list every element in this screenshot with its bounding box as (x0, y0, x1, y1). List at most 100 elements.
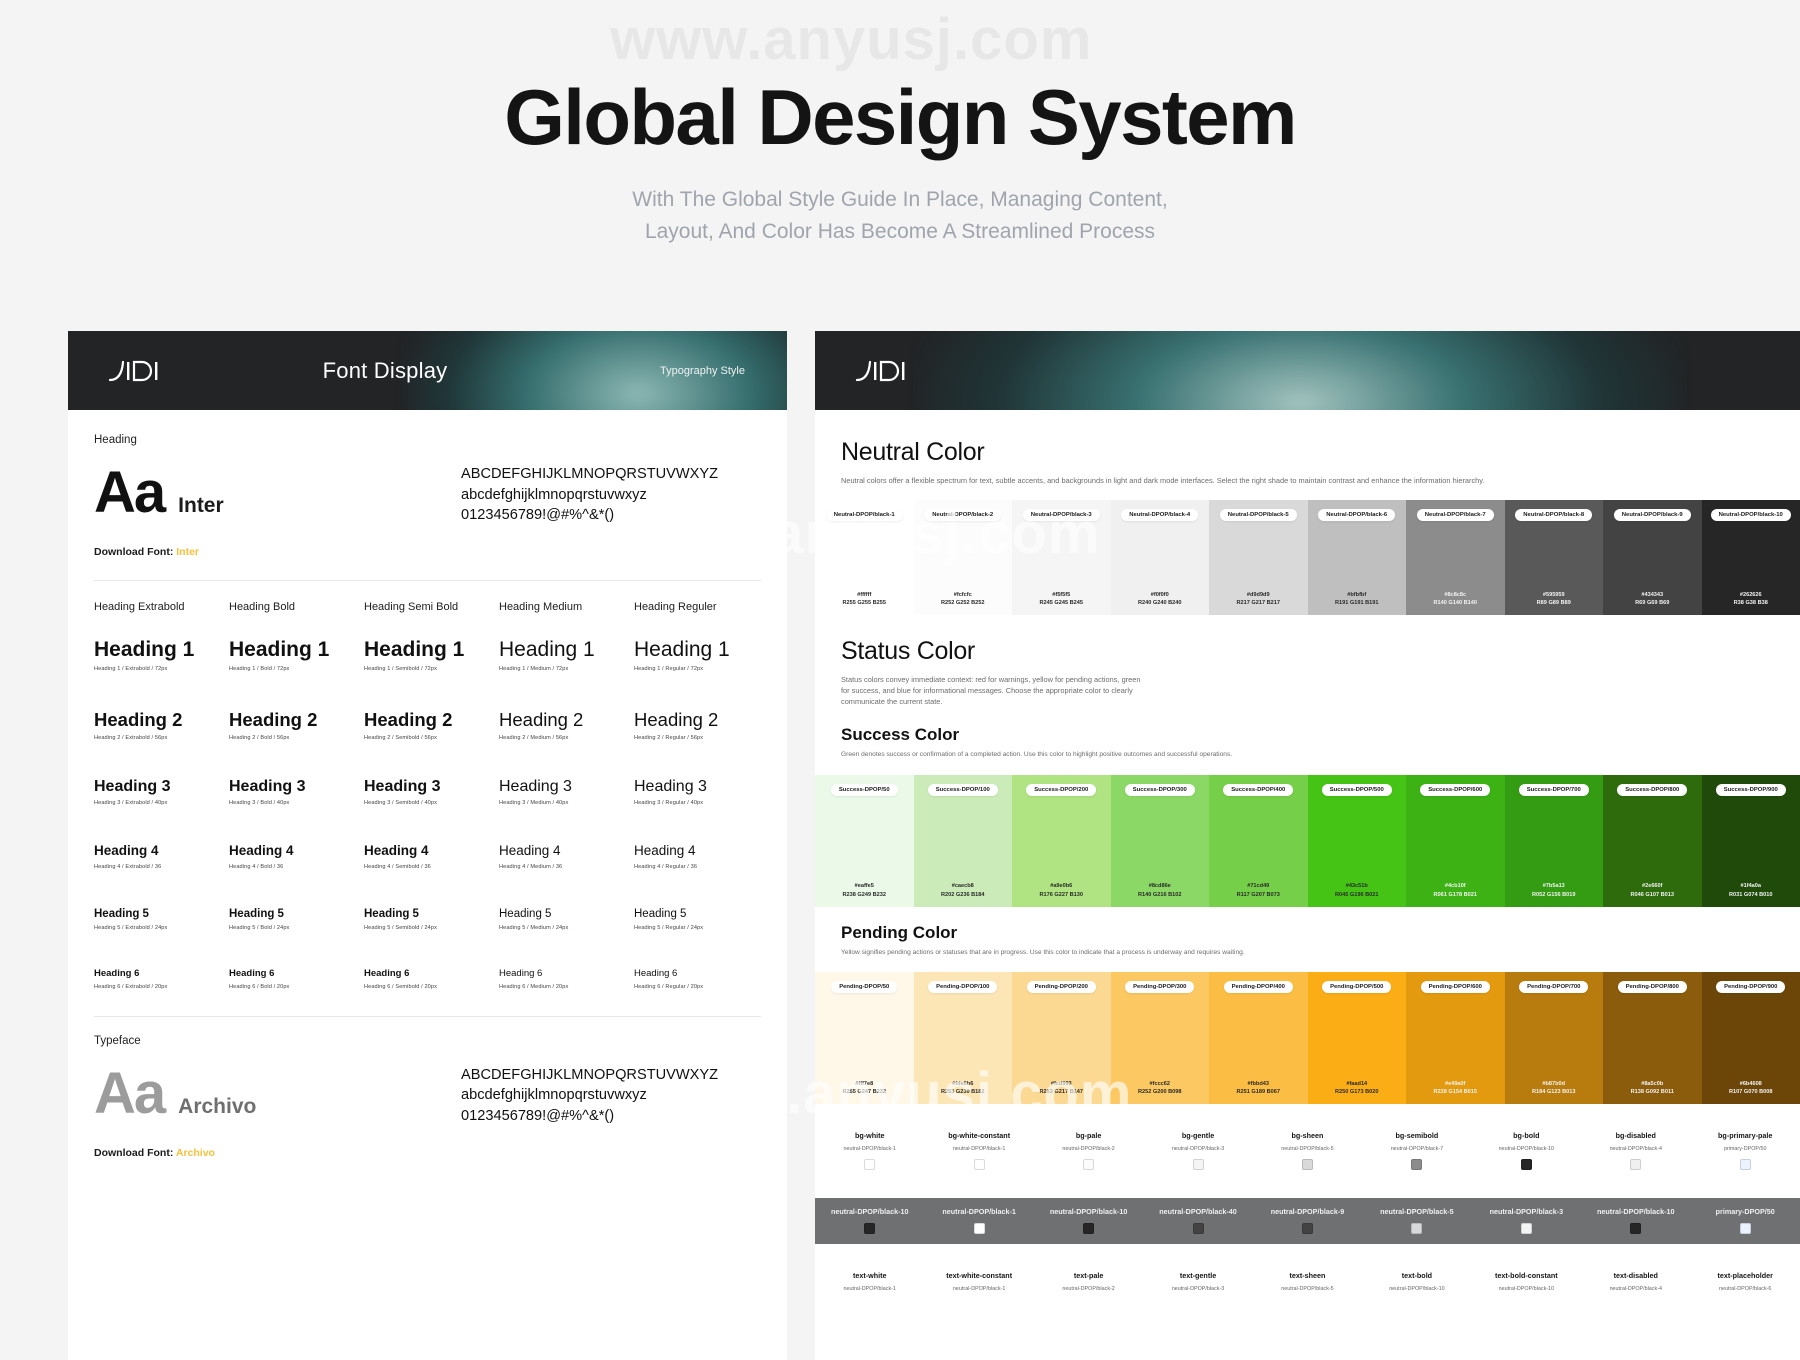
color-swatch[interactable]: Neutral-DPOP/black-4#f0f0f0R240 G240 B24… (1111, 500, 1210, 615)
color-swatch[interactable]: Pending-DPOP/400#fbbd43R251 G189 B067 (1209, 972, 1308, 1104)
heading-row: Heading 3Heading 3 / Extrabold / 40pxHea… (94, 779, 761, 807)
swatch-name-chip: Neutral-DPOP/black-7 (1417, 509, 1494, 521)
design-token[interactable]: neutral-DPOP/black-3 (1472, 1198, 1581, 1244)
token-name: bg-semibold (1364, 1131, 1469, 1140)
font-card-meta: Typography Style (660, 365, 745, 377)
download-link-archivo[interactable]: Archivo (176, 1147, 215, 1159)
color-swatch[interactable]: Neutral-DPOP/black-9#434343R69 G69 B69 (1603, 500, 1702, 615)
token-reference: neutral-DPOP/black-4 (1583, 1286, 1688, 1292)
swatch-values: #d9d9d9R217 G217 B217 (1209, 591, 1308, 608)
token-name: neutral-DPOP/black-9 (1255, 1207, 1360, 1216)
design-token[interactable]: bg-disabledneutral-DPOP/black-4 (1581, 1122, 1690, 1180)
design-token[interactable]: bg-semiboldneutral-DPOP/black-7 (1362, 1122, 1471, 1180)
design-token[interactable]: neutral-DPOP/black-40 (1143, 1198, 1252, 1244)
heading-sample-text: Heading 1 (364, 639, 491, 661)
subtitle-line-2: Layout, And Color Has Become A Streamlin… (645, 220, 1155, 243)
design-token[interactable]: primary-DPOP/50 (1691, 1198, 1800, 1244)
design-token[interactable]: text-whiteneutral-DPOP/black-1 (815, 1262, 924, 1302)
heading-sample-cell: Heading 6Heading 6 / Regular / 20px (634, 969, 761, 990)
color-swatch[interactable]: Neutral-DPOP/black-6#bfbfbfR191 G191 B19… (1308, 500, 1407, 615)
color-swatch[interactable]: Neutral-DPOP/black-5#d9d9d9R217 G217 B21… (1209, 500, 1308, 615)
design-token[interactable]: bg-boldneutral-DPOP/black-10 (1472, 1122, 1581, 1180)
design-token[interactable]: bg-sheenneutral-DPOP/black-5 (1253, 1122, 1362, 1180)
swatch-hex: #595959 (1505, 591, 1604, 600)
secondary-font-glyph: Aa (94, 1065, 164, 1123)
swatch-rgb: R031 G074 B010 (1702, 891, 1800, 900)
design-token[interactable]: text-boldneutral-DPOP/black-10 (1362, 1262, 1471, 1302)
token-name: primary-DPOP/50 (1693, 1207, 1798, 1216)
download-link-inter[interactable]: Inter (176, 546, 199, 558)
swatch-rgb: R251 G189 B067 (1209, 1088, 1308, 1097)
color-swatch[interactable]: Pending-DPOP/800#8a5c0bR138 G092 B011 (1603, 972, 1702, 1104)
design-token[interactable]: text-gentleneutral-DPOP/black-3 (1143, 1262, 1252, 1302)
design-token[interactable]: neutral-DPOP/black-10 (815, 1198, 924, 1244)
design-token[interactable]: bg-paleneutral-DPOP/black-2 (1034, 1122, 1143, 1180)
color-swatch[interactable]: Success-DPOP/300#8cd86eR140 G216 B102 (1111, 775, 1210, 907)
color-swatch[interactable]: Pending-DPOP/300#fccc62R252 G200 B098 (1111, 972, 1210, 1104)
design-token[interactable]: neutral-DPOP/black-9 (1253, 1198, 1362, 1244)
design-token[interactable]: bg-whiteneutral-DPOP/black-1 (815, 1122, 924, 1180)
token-reference: neutral-DPOP/black-10 (1474, 1286, 1579, 1292)
token-color-box (864, 1159, 875, 1170)
color-swatch[interactable]: Neutral-DPOP/black-1#ffffffR255 G255 B25… (815, 500, 914, 615)
swatch-rgb: R252 G252 B252 (914, 599, 1013, 608)
color-swatch[interactable]: Success-DPOP/200#a9e0b6R176 G227 B130 (1012, 775, 1111, 907)
design-token[interactable]: neutral-DPOP/black-1 (924, 1198, 1033, 1244)
color-swatch[interactable]: Success-DPOP/800#2e660fR046 G107 B013 (1603, 775, 1702, 907)
design-token[interactable]: neutral-DPOP/black-5 (1362, 1198, 1471, 1244)
design-token[interactable]: bg-primary-paleprimary-DPOP/50 (1691, 1122, 1800, 1180)
swatch-hex: #fccc62 (1111, 1080, 1210, 1089)
color-swatch[interactable]: Success-DPOP/600#4cb10fR061 G178 B021 (1406, 775, 1505, 907)
design-token[interactable]: text-bold-constantneutral-DPOP/black-10 (1472, 1262, 1581, 1302)
color-swatch[interactable]: Success-DPOP/400#71cd49R117 G207 B073 (1209, 775, 1308, 907)
design-token[interactable]: neutral-DPOP/black-10 (1034, 1198, 1143, 1244)
color-swatch[interactable]: Success-DPOP/700#7b5a13R052 G156 B019 (1505, 775, 1604, 907)
swatch-name-chip: Success-DPOP/800 (1617, 784, 1687, 796)
swatch-hex: #4cb10f (1406, 882, 1505, 891)
color-swatch[interactable]: Neutral-DPOP/black-8 #595959R89 G89 B89 (1505, 500, 1604, 615)
color-swatch[interactable]: Success-DPOP/100#caecb8R202 G236 B184 (914, 775, 1013, 907)
design-token[interactable]: bg-gentleneutral-DPOP/black-3 (1143, 1122, 1252, 1180)
design-token[interactable]: text-placeholderneutral-DPOP/black-6 (1691, 1262, 1800, 1302)
design-token[interactable]: text-sheenneutral-DPOP/black-5 (1253, 1262, 1362, 1302)
swatch-values: #a9e0b6R176 G227 B130 (1012, 882, 1111, 899)
color-swatch[interactable]: Pending-DPOP/900#6b4608R107 G070 B008 (1702, 972, 1800, 1104)
heading-sample-cell: Heading 1Heading 1 / Medium / 72px (499, 639, 626, 672)
color-swatch[interactable]: Pending-DPOP/200#fcd993R253 G217 B147 (1012, 972, 1111, 1104)
design-token[interactable]: neutral-DPOP/black-10 (1581, 1198, 1690, 1244)
color-swatch[interactable]: Neutral-DPOP/black-2#fcfcfcR252 G252 B25… (914, 500, 1013, 615)
color-swatch[interactable]: Pending-DPOP/50#fff7e8R255 G247 B232 (815, 972, 914, 1104)
heading-spec-text: Heading 5 / Regular / 24px (634, 925, 761, 931)
design-token[interactable]: text-paleneutral-DPOP/black-2 (1034, 1262, 1143, 1302)
heading-weight-matrix: Heading 1Heading 1 / Extrabold / 72pxHea… (94, 639, 761, 989)
design-token[interactable]: bg-white-constantneutral-DPOP/black-1 (924, 1122, 1033, 1180)
heading-sample-text: Heading 2 (499, 710, 626, 729)
color-swatch[interactable]: Pending-DPOP/500#faad14R250 G173 B020 (1308, 972, 1407, 1104)
color-swatch[interactable]: Pending-DPOP/100#fde6b6R253 G230 B182 (914, 972, 1013, 1104)
color-swatch[interactable]: Pending-DPOP/600#e49a0fR228 G154 B015 (1406, 972, 1505, 1104)
color-swatch[interactable]: Neutral-DPOP/black-7#8c8c8cR140 G140 B14… (1406, 500, 1505, 615)
token-name: neutral-DPOP/black-10 (817, 1207, 922, 1216)
design-token[interactable]: text-white-constantneutral-DPOP/black-1 (924, 1262, 1033, 1302)
heading-sample-text: Heading 5 (94, 908, 221, 920)
heading-sample-text: Heading 4 (634, 844, 761, 858)
token-name: bg-bold (1474, 1131, 1579, 1140)
cards-row: Font Display Typography Style Heading Aa… (0, 331, 1800, 1360)
color-swatch[interactable]: Success-DPOP/50#eaffe5R238 G249 B232 (815, 775, 914, 907)
swatch-name-chip: Neutral-DPOP/black-10 (1711, 509, 1791, 521)
heading-sample-text: Heading 3 (229, 779, 356, 796)
color-swatch[interactable]: Success-DPOP/900#1f4a0aR031 G074 B010 (1702, 775, 1800, 907)
swatch-hex: #fcd993 (1012, 1080, 1111, 1089)
swatch-name-chip: Success-DPOP/700 (1519, 784, 1589, 796)
color-swatch[interactable]: Neutral-DPOP/black-10#262626R38 G38 B38 (1702, 500, 1800, 615)
divider-typeface (94, 1016, 761, 1017)
token-reference: primary-DPOP/50 (1693, 1146, 1798, 1152)
color-swatch[interactable]: Neutral-DPOP/black-3#f5f5f5R245 G245 B24… (1012, 500, 1111, 615)
token-name: text-gentle (1145, 1271, 1250, 1280)
color-swatch[interactable]: Success-DPOP/500#43c51bR045 G196 B021 (1308, 775, 1407, 907)
token-name: text-white (817, 1271, 922, 1280)
swatch-name-chip: Neutral-DPOP/black-8 (1515, 509, 1592, 521)
color-swatch[interactable]: Pending-DPOP/700#b87b0dR184 G123 B013 (1505, 972, 1604, 1104)
design-token[interactable]: text-disabledneutral-DPOP/black-4 (1581, 1262, 1690, 1302)
swatch-rgb: R89 G89 B89 (1505, 599, 1604, 608)
